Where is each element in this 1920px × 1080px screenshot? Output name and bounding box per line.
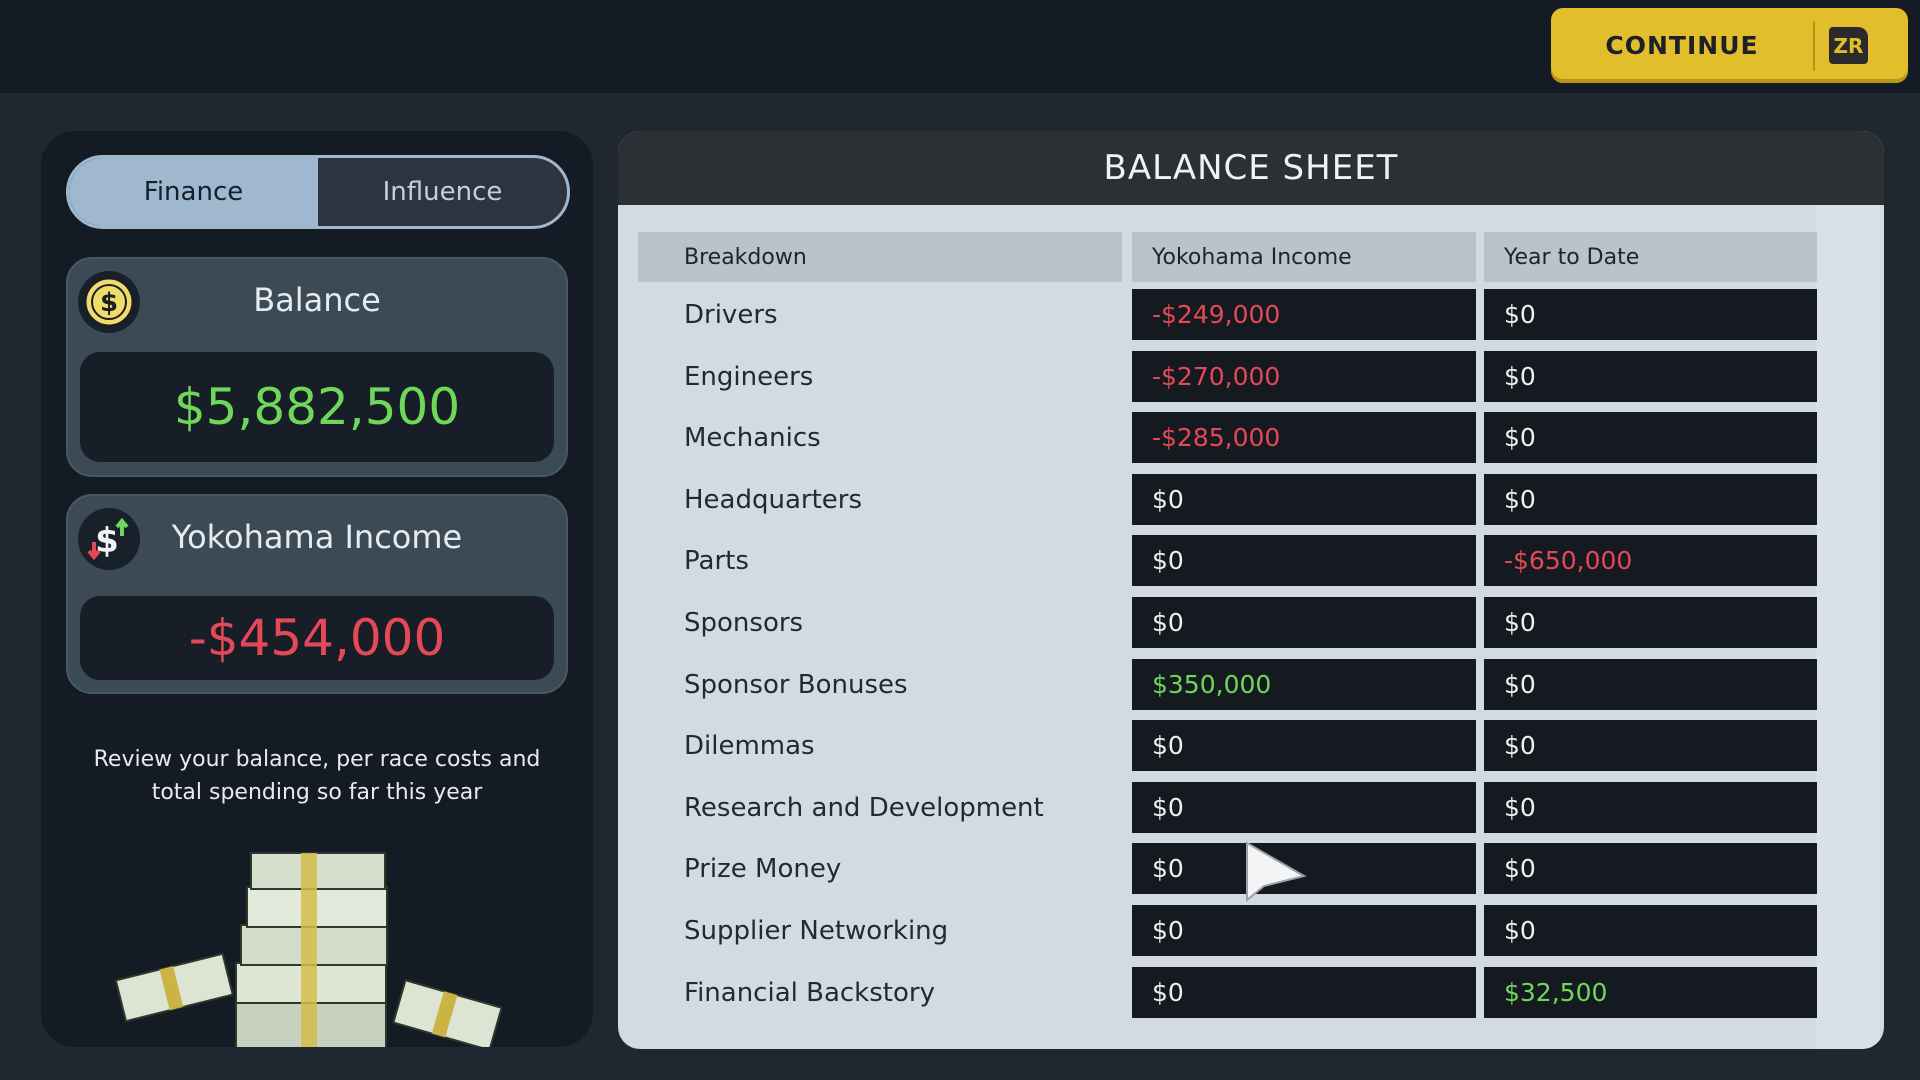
table-row: Sponsor Bonuses $350,000 $0	[638, 658, 1838, 711]
income-value: -$454,000	[80, 596, 554, 680]
finance-side-panel: Finance Influence $ Balance $5,882,500 $	[41, 131, 593, 1047]
ytd-cell: $0	[1484, 720, 1817, 772]
table-row: Dilemmas $0 $0	[638, 720, 1838, 772]
row-label: Engineers	[684, 361, 814, 392]
table-row: Prize Money $0 $0	[638, 843, 1838, 895]
table-header-row: Breakdown Yokohama Income Year to Date	[638, 232, 1838, 282]
continue-button[interactable]: CONTINUE ZR	[1551, 8, 1908, 83]
income-cell: $0	[1132, 966, 1476, 1018]
income-cell: -$270,000	[1132, 350, 1476, 402]
ytd-cell: -$650,000	[1484, 535, 1817, 587]
table-row: Parts $0 -$650,000	[638, 535, 1838, 587]
income-cell: $0	[1132, 473, 1476, 525]
table-row: Drivers -$249,000 $0	[638, 289, 1838, 341]
row-label: Headquarters	[684, 484, 863, 515]
income-cell: $0	[1132, 720, 1476, 772]
column-header-income: Yokohama Income	[1132, 232, 1476, 282]
balance-card: $ Balance $5,882,500	[66, 257, 568, 477]
zr-button-icon: ZR	[1829, 27, 1868, 64]
income-title: Yokohama Income	[171, 518, 463, 556]
ytd-cell: $0	[1484, 781, 1817, 833]
row-label: Sponsors	[684, 608, 804, 638]
row-label: Research and Development	[684, 792, 1044, 823]
ytd-cell: $0	[1484, 473, 1817, 525]
table-row: Financial Backstory $0 $32,500	[638, 966, 1838, 1019]
income-cell: $0	[1132, 597, 1476, 648]
row-label: Parts	[684, 546, 749, 577]
balance-sheet-title: BALANCE SHEET	[618, 131, 1884, 205]
row-label: Dilemmas	[684, 731, 815, 762]
row-label: Mechanics	[684, 423, 821, 454]
ytd-cell: $0	[1484, 905, 1817, 956]
ytd-cell: $32,500	[1484, 966, 1817, 1018]
row-label: Financial Backstory	[684, 977, 935, 1008]
ytd-cell: $0	[1484, 412, 1817, 464]
tab-finance[interactable]: Finance	[69, 158, 318, 226]
continue-label: CONTINUE	[1605, 31, 1759, 60]
income-cell: $0	[1132, 535, 1476, 587]
balance-sheet-panel: BALANCE SHEET Breakdown Yokohama Income …	[618, 131, 1884, 1049]
income-card: $ Yokohama Income -$454,000	[66, 494, 568, 694]
pointer-cursor-icon	[1246, 841, 1307, 903]
ytd-cell: $0	[1484, 843, 1817, 895]
column-header-ytd: Year to Date	[1484, 232, 1817, 282]
column-header-breakdown: Breakdown	[638, 232, 1122, 282]
income-cell: $0	[1132, 905, 1476, 956]
row-label: Supplier Networking	[684, 916, 949, 946]
table-row: Sponsors $0 $0	[638, 597, 1838, 649]
top-bar: CONTINUE ZR	[0, 0, 1920, 93]
row-label: Drivers	[684, 300, 778, 330]
table-row: Engineers -$270,000 $0	[638, 350, 1838, 403]
income-cell: $350,000	[1132, 658, 1476, 710]
ytd-cell: $0	[1484, 597, 1817, 648]
table-row: Headquarters $0 $0	[638, 473, 1838, 526]
tab-influence[interactable]: Influence	[318, 158, 567, 226]
ytd-cell: $0	[1484, 658, 1817, 710]
balance-title: Balance	[253, 281, 381, 319]
income-cell: $0	[1132, 781, 1476, 833]
row-label: Prize Money	[684, 854, 842, 885]
table-row: Mechanics -$285,000 $0	[638, 412, 1838, 464]
finance-hint-text: Review your balance, per race costs and …	[93, 747, 541, 805]
income-cell: -$249,000	[1132, 289, 1476, 340]
ytd-cell: $0	[1484, 289, 1817, 340]
divider	[1813, 20, 1815, 71]
balance-value: $5,882,500	[80, 352, 554, 462]
tab-bar: Finance Influence	[66, 155, 570, 229]
table-row: Research and Development $0 $0	[638, 781, 1838, 834]
ytd-cell: $0	[1484, 350, 1817, 402]
income-cell: -$285,000	[1132, 412, 1476, 464]
row-label: Sponsor Bonuses	[684, 669, 908, 700]
money-stack-illustration	[114, 852, 503, 1047]
table-row: Supplier Networking $0 $0	[638, 905, 1838, 957]
